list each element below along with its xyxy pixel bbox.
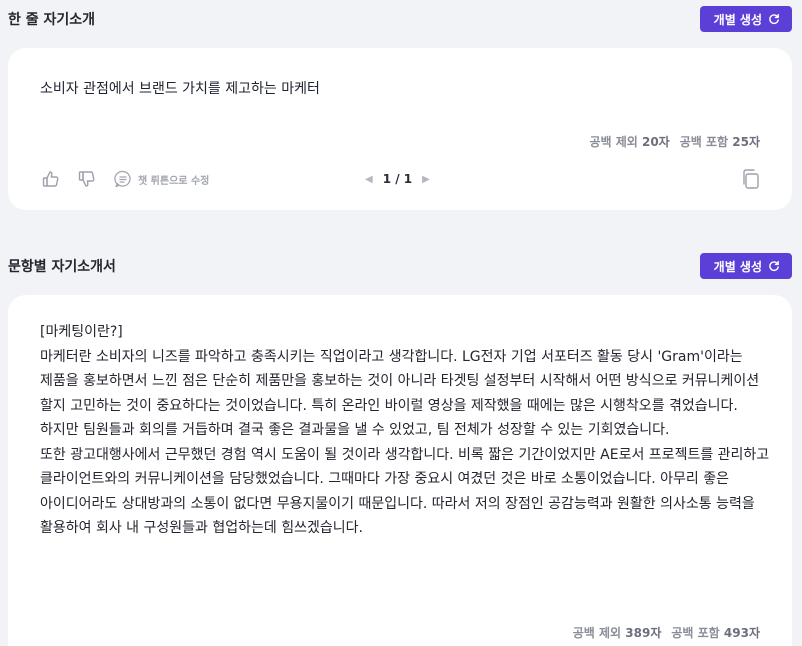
count-incl-value: 25자 bbox=[732, 135, 760, 149]
thumbs-up-icon[interactable] bbox=[40, 168, 62, 190]
count-excl-value: 20자 bbox=[641, 135, 670, 149]
char-count-essay: 공백 제외 389자 공백 포함 493자 bbox=[573, 624, 760, 641]
page-indicator: 1 / 1 bbox=[382, 172, 413, 186]
oneline-intro-text[interactable]: 소비자 관점에서 브랜드 가치를 제고하는 마케터 bbox=[40, 78, 320, 98]
refresh-icon bbox=[768, 13, 780, 25]
count-excl-value: 389자 bbox=[625, 626, 662, 640]
oneline-card: 소비자 관점에서 브랜드 가치를 제고하는 마케터 공백 제외 20자 공백 포… bbox=[8, 48, 792, 210]
oneline-header: 한 줄 자기소개 개별 생성 bbox=[0, 4, 802, 34]
count-excl-label: 공백 제외 bbox=[572, 626, 622, 640]
essay-card: [마케팅이란?] 마케터란 소비자의 니즈를 파악하고 충족시키는 직업이라고 … bbox=[8, 295, 792, 646]
pagination: ◀ 1 / 1 ▶ bbox=[365, 168, 430, 190]
next-arrow-icon[interactable]: ▶ bbox=[422, 174, 430, 185]
count-incl-label: 공백 포함 bbox=[671, 626, 720, 640]
essay-text[interactable]: [마케팅이란?] 마케터란 소비자의 니즈를 파악하고 충족시키는 직업이라고 … bbox=[40, 320, 770, 541]
count-incl-value: 493자 bbox=[723, 626, 760, 640]
char-count-oneline: 공백 제외 20자 공백 포함 25자 bbox=[589, 133, 760, 150]
section-title-essay: 문항별 자기소개서 bbox=[8, 259, 116, 275]
section-title-oneline: 한 줄 자기소개 bbox=[8, 12, 96, 28]
chat-edit-label: 챗 뤼튼으로 수정 bbox=[138, 175, 210, 187]
prev-arrow-icon[interactable]: ◀ bbox=[365, 174, 373, 185]
count-excl-label: 공백 제외 bbox=[589, 135, 638, 149]
generate-button-label: 개별 생성 bbox=[713, 12, 762, 27]
generate-button-essay[interactable]: 개별 생성 bbox=[699, 253, 792, 279]
count-incl-label: 공백 포함 bbox=[679, 135, 729, 149]
chat-bubble-icon bbox=[112, 168, 134, 190]
refresh-icon bbox=[768, 260, 780, 272]
essay-header: 문항별 자기소개서 개별 생성 bbox=[0, 251, 802, 281]
feedback-toolbar: 챗 뤼튼으로 수정 ◀ 1 / 1 ▶ bbox=[40, 168, 762, 190]
thumbs-down-icon[interactable] bbox=[76, 168, 98, 190]
copy-icon[interactable] bbox=[740, 168, 762, 190]
generate-button-label: 개별 생성 bbox=[713, 259, 762, 274]
generate-button-oneline[interactable]: 개별 생성 bbox=[699, 6, 792, 32]
chat-edit-button[interactable]: 챗 뤼튼으로 수정 bbox=[112, 168, 209, 190]
